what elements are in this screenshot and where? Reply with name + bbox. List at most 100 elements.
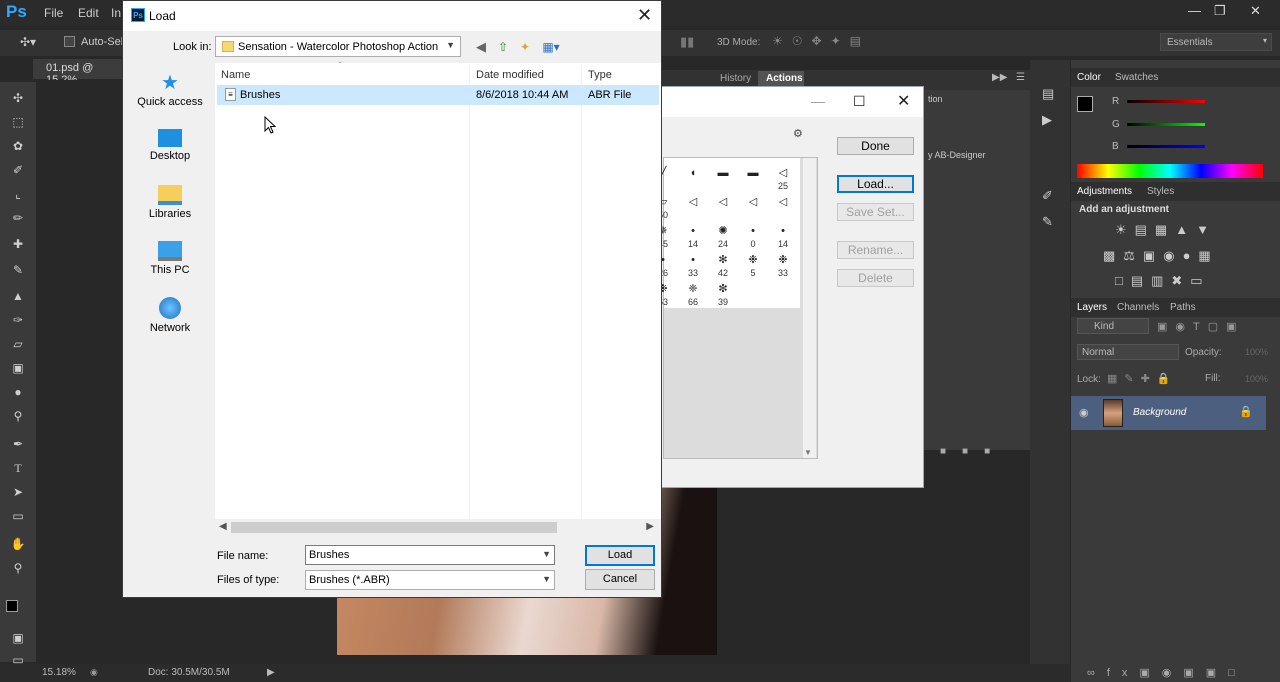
collapse-icon[interactable]: ▶▶: [992, 72, 1007, 83]
tab-actions[interactable]: Actions: [766, 73, 803, 84]
place-libraries[interactable]: Libraries: [129, 185, 211, 237]
shape-tool-icon[interactable]: ▭: [10, 508, 26, 524]
eraser-tool-icon[interactable]: ▱: [10, 336, 26, 352]
tab-channels[interactable]: Channels: [1117, 302, 1159, 313]
gear-icon[interactable]: ⚙: [793, 127, 803, 140]
green-slider[interactable]: [1127, 123, 1205, 126]
foreground-color-swatch[interactable]: [6, 600, 18, 612]
action-controls-icons[interactable]: ■■■: [940, 446, 1006, 457]
brush-preset-cell[interactable]: ◁ 25: [768, 166, 798, 196]
share-icon[interactable]: ◉: [90, 667, 98, 678]
save-set-button[interactable]: Save Set...: [837, 203, 914, 221]
brush-preset-cell[interactable]: ◁: [678, 195, 708, 225]
gradient-tool-icon[interactable]: ▣: [10, 360, 26, 376]
hand-tool-icon[interactable]: ✋: [10, 536, 26, 552]
place-desktop[interactable]: Desktop: [129, 129, 211, 181]
scroll-down-icon[interactable]: ▼: [804, 448, 812, 457]
maximize-icon[interactable]: ☐: [853, 93, 866, 110]
brush-preset-cell[interactable]: • 14: [678, 224, 708, 254]
brush-preset-grid[interactable]: ╱ ◖ ▬ ▬ ◁ 25 ▱ 50 ◁ ◁ ◁ ◁ ✵ 45 • 14 ✺ 24 • 0 • 14 • 26 • 33 ✻ 42 ❉ 5 ❉…: [658, 158, 800, 308]
path-select-tool-icon[interactable]: ➤: [10, 484, 26, 500]
place-quick-access[interactable]: ★ Quick access: [129, 73, 211, 125]
foreground-color[interactable]: [1077, 96, 1093, 112]
scrollbar-thumb[interactable]: [231, 522, 557, 533]
opacity-value[interactable]: 100%: [1245, 347, 1268, 357]
file-name-input[interactable]: Brushes ▼: [305, 545, 555, 565]
stamp-tool-icon[interactable]: ▲: [10, 288, 26, 304]
brush-tool-icon[interactable]: ✎: [10, 262, 26, 278]
lock-icons[interactable]: ▦✎✚🔒: [1107, 372, 1178, 385]
history-brush-tool-icon[interactable]: ✑: [10, 312, 26, 328]
brush-preset-cell[interactable]: ◖: [678, 166, 708, 196]
menu-file[interactable]: File: [44, 6, 63, 20]
3d-tools-icons[interactable]: ☀☉✥✦▤: [772, 34, 870, 48]
tab-history[interactable]: History: [720, 73, 751, 84]
back-icon[interactable]: ◀: [473, 40, 489, 54]
brush-preset-cell[interactable]: ▬: [738, 166, 768, 196]
document-tab[interactable]: 01.psd @ 15.2%: [33, 59, 123, 86]
tab-layers[interactable]: Layers: [1077, 302, 1107, 313]
type-tool-icon[interactable]: T: [10, 460, 26, 476]
brush-preset-cell[interactable]: ❉ 33: [768, 253, 798, 283]
tab-color[interactable]: Color: [1077, 72, 1101, 83]
blur-tool-icon[interactable]: ●: [10, 384, 26, 400]
brush-preset-cell[interactable]: ◁: [708, 195, 738, 225]
kind-filter[interactable]: Kind: [1077, 318, 1149, 334]
up-folder-icon[interactable]: ⇧: [495, 40, 511, 54]
done-button[interactable]: Done: [837, 137, 914, 155]
brush-preset-cell[interactable]: ✻ 42: [708, 253, 738, 283]
horizontal-scrollbar[interactable]: ◀ ▶: [215, 519, 661, 536]
file-list[interactable]: Name ˇ Date modified Type ≡ Brushes 8/6/…: [215, 61, 661, 535]
marquee-tool-icon[interactable]: ⬚: [10, 114, 26, 130]
tab-styles[interactable]: Styles: [1147, 186, 1174, 197]
close-icon[interactable]: ✕: [897, 91, 910, 111]
color-ramp[interactable]: [1077, 164, 1263, 178]
view-menu-icon[interactable]: ▦▾: [539, 40, 563, 54]
file-row[interactable]: ≡ Brushes 8/6/2018 10:44 AM ABR File: [217, 85, 659, 105]
chevron-down-icon[interactable]: ▼: [542, 549, 551, 559]
restore-icon[interactable]: ❐: [1214, 3, 1226, 19]
layer-row-background[interactable]: ◉ Background 🔒: [1071, 396, 1266, 430]
place-network[interactable]: Network: [129, 297, 211, 349]
adjustment-icons-row-3[interactable]: □▤▥✖▭: [1115, 273, 1211, 289]
brush-preset-cell[interactable]: • 14: [768, 224, 798, 254]
dodge-tool-icon[interactable]: ⚲: [10, 408, 26, 424]
lasso-tool-icon[interactable]: ✿: [10, 138, 26, 154]
scroll-left-icon[interactable]: ◀: [219, 521, 227, 532]
new-folder-icon[interactable]: ✦: [517, 40, 533, 54]
brush-preset-cell[interactable]: • 0: [738, 224, 768, 254]
column-name[interactable]: Name: [221, 69, 250, 81]
brush-preset-cell[interactable]: ▬: [708, 166, 738, 196]
scroll-right-icon[interactable]: ▶: [646, 521, 654, 532]
load-button[interactable]: Load: [585, 545, 655, 566]
layer-name[interactable]: Background: [1133, 407, 1186, 418]
layer-filter-icons[interactable]: ▣◉T▢▣: [1157, 320, 1245, 333]
blue-slider[interactable]: [1127, 145, 1205, 148]
tab-swatches[interactable]: Swatches: [1115, 72, 1158, 83]
crop-tool-icon[interactable]: ⌞: [10, 186, 26, 202]
quick-select-tool-icon[interactable]: ✐: [10, 162, 26, 178]
menu-image[interactable]: In: [111, 6, 121, 20]
healing-tool-icon[interactable]: ✚: [10, 236, 26, 252]
brush-preset-cell[interactable]: ❈ 66: [678, 282, 708, 312]
eye-icon[interactable]: ◉: [1079, 406, 1089, 419]
actions-panel-icon[interactable]: ▶: [1042, 112, 1052, 128]
minimize-icon[interactable]: —: [1188, 3, 1201, 18]
close-icon[interactable]: ✕: [637, 5, 652, 25]
auto-select-checkbox[interactable]: [64, 36, 75, 47]
look-in-select[interactable]: Sensation - Watercolor Photoshop Action …: [215, 36, 461, 57]
history-panel-icon[interactable]: ▤: [1042, 86, 1054, 102]
red-slider[interactable]: [1127, 100, 1205, 103]
close-icon[interactable]: ✕: [1250, 3, 1261, 19]
brush-preset-cell[interactable]: ❇ 39: [708, 282, 738, 312]
tab-adjustments[interactable]: Adjustments: [1077, 186, 1132, 197]
brush-preset-cell[interactable]: • 33: [678, 253, 708, 283]
brush-preset-cell[interactable]: ◁: [768, 195, 798, 225]
eyedropper-tool-icon[interactable]: ✏: [10, 210, 26, 226]
column-date[interactable]: Date modified: [476, 69, 544, 81]
brush-preset-cell[interactable]: ◁: [738, 195, 768, 225]
status-menu-icon[interactable]: ▶: [267, 667, 275, 678]
move-tool-icon[interactable]: ✣: [10, 90, 26, 106]
fill-value[interactable]: 100%: [1245, 374, 1268, 384]
menu-edit[interactable]: Edit: [78, 6, 99, 20]
